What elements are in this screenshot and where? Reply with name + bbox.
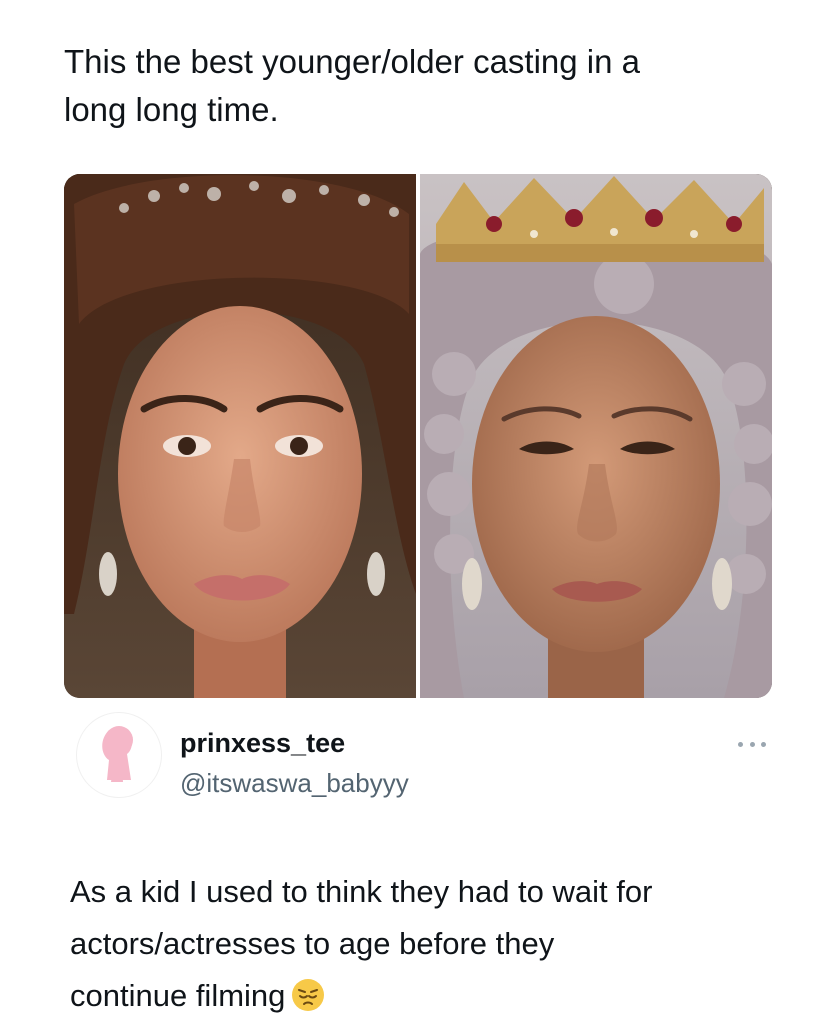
dot bbox=[749, 741, 755, 747]
dot bbox=[738, 741, 743, 747]
older-queen-portrait bbox=[420, 174, 772, 698]
reply-display-name[interactable]: prinxess_tee bbox=[180, 728, 345, 759]
pensive-face-icon bbox=[292, 979, 325, 1011]
young-queen-portrait bbox=[64, 174, 416, 698]
reply-handle[interactable]: @itswaswa_babyyy bbox=[180, 768, 409, 799]
barbie-silhouette-icon bbox=[102, 726, 133, 782]
reply-text-line-2: actors/actresses to age before they bbox=[70, 926, 555, 961]
tweet-text-line-2: long long time. bbox=[64, 91, 279, 128]
tweet-text-line-1: This the best younger/older casting in a bbox=[64, 43, 641, 80]
tweet-text: This the best younger/older casting in a… bbox=[64, 38, 784, 134]
more-options-icon[interactable] bbox=[738, 736, 766, 752]
reply-text: As a kid I used to think they had to wai… bbox=[70, 866, 790, 1022]
dot bbox=[761, 741, 766, 747]
user-avatar[interactable] bbox=[76, 712, 162, 798]
reply-text-line-1: As a kid I used to think they had to wai… bbox=[70, 874, 653, 909]
reply-text-line-3-label: continue filming bbox=[70, 978, 286, 1013]
reply-text-line-3: continue filming bbox=[70, 970, 790, 1022]
tweet-media[interactable] bbox=[64, 174, 772, 698]
